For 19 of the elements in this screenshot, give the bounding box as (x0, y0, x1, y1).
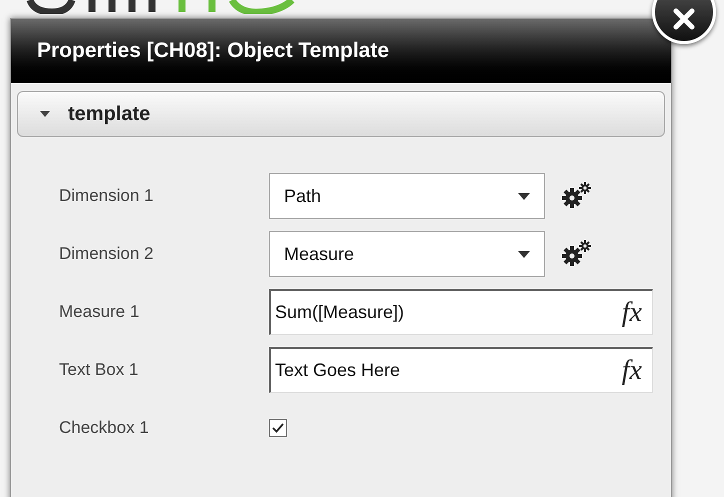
formula-button[interactable]: fx (622, 356, 642, 384)
formula-button[interactable]: fx (622, 298, 642, 326)
caret-icon (518, 192, 530, 200)
field-label: Dimension 1 (59, 185, 154, 208)
field-label: Text Box 1 (59, 359, 140, 382)
close-icon (673, 8, 695, 30)
gears-icon[interactable] (561, 181, 593, 211)
dropdown[interactable]: Measure (269, 231, 545, 277)
checkbox[interactable] (269, 419, 287, 437)
expression-field[interactable]: Sum([Measure]) fx (269, 289, 653, 335)
window-title: Properties [CH08]: Object Template (37, 38, 390, 64)
field-label: Dimension 2 (59, 243, 154, 266)
expression-field[interactable]: Text Goes Here fx (269, 347, 653, 393)
dropdown[interactable]: Path (269, 173, 545, 219)
field-label: Measure 1 (59, 301, 140, 324)
caret-icon (518, 250, 530, 258)
section-header[interactable]: template (17, 91, 665, 137)
field-label: Checkbox 1 (59, 417, 150, 440)
gears-icon[interactable] (561, 239, 593, 269)
